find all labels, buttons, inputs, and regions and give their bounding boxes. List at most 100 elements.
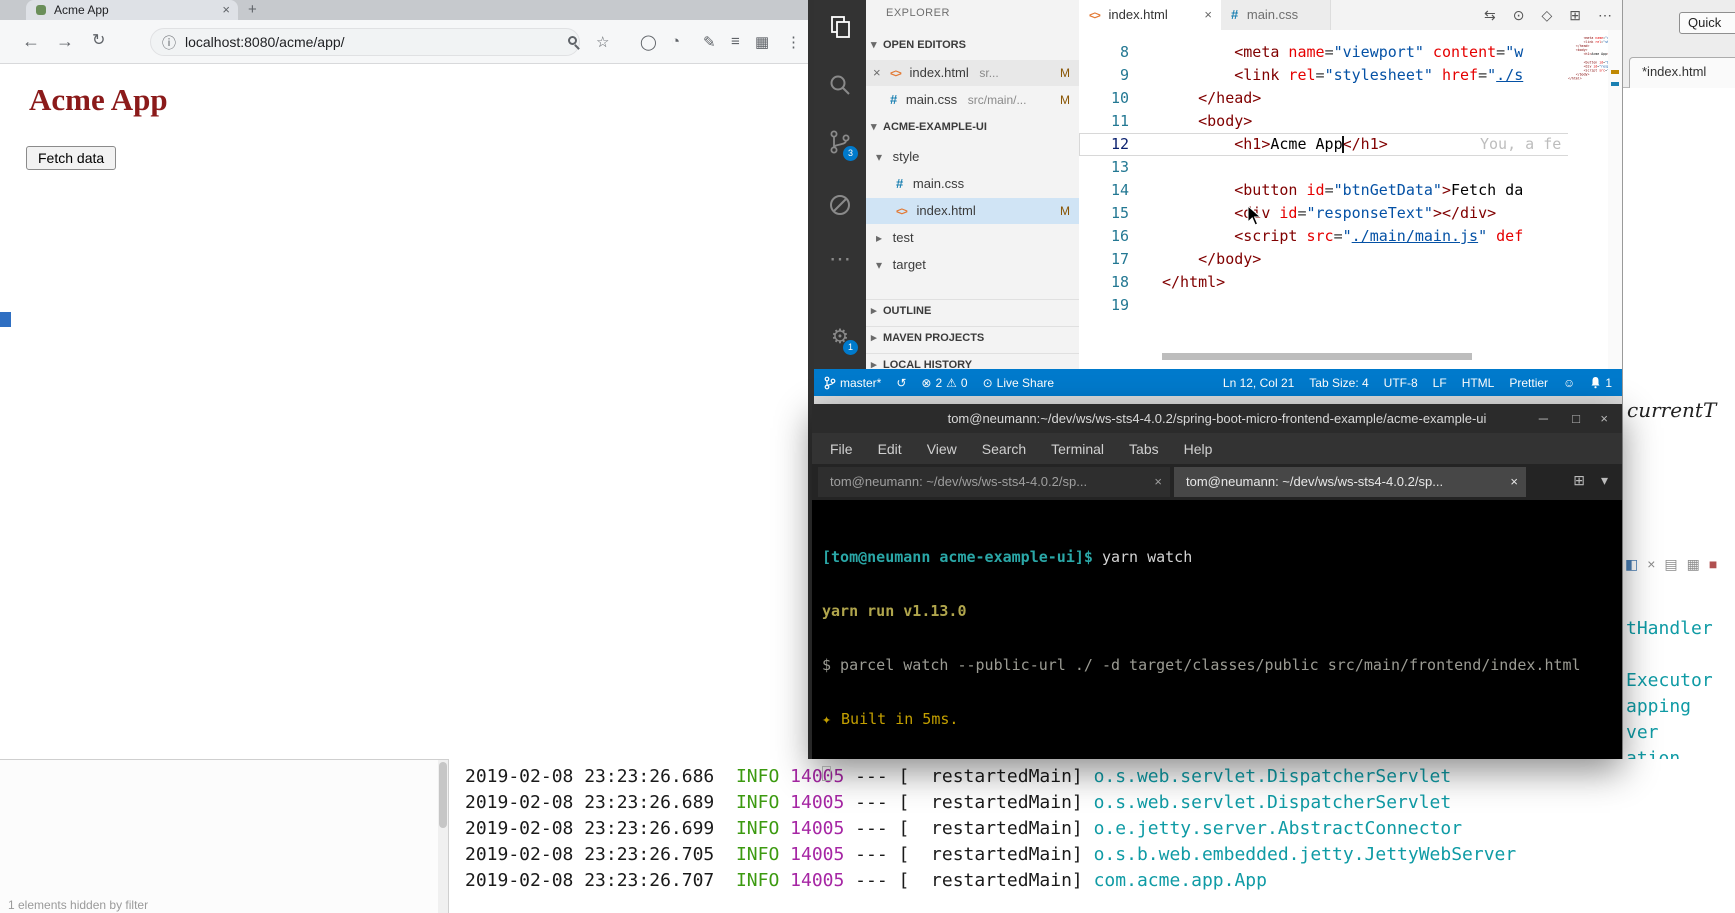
code-line[interactable]: 17 </body> [1079, 248, 1622, 271]
maximize-icon[interactable]: □ [1572, 404, 1580, 433]
terminal-output[interactable]: [tom@neumann acme-example-ui]$yarn watch… [812, 500, 1622, 759]
code-line[interactable]: 8 <meta name="viewport" content="w [1079, 41, 1622, 64]
code-line[interactable]: 18</html> [1079, 271, 1622, 294]
more-extensions-icon[interactable]: ⋯ [814, 246, 866, 272]
terminal-tab-2[interactable]: tom@neumann: ~/dev/ws/ws-sts4-4.0.2/sp..… [1174, 467, 1526, 497]
problems-item[interactable]: ⊗ 2 ⚠ 0 [921, 376, 967, 390]
menu-file[interactable]: File [830, 441, 853, 457]
horizontal-scrollbar[interactable] [1162, 353, 1472, 360]
code-token: " [1343, 227, 1352, 245]
language-mode[interactable]: HTML [1462, 376, 1495, 390]
tree-item-index-html[interactable]: <> index.html M [866, 198, 1079, 224]
new-terminal-tab-icon[interactable]: ⊞ [1573, 472, 1585, 489]
menu-edit[interactable]: Edit [878, 441, 902, 457]
sync-icon[interactable]: ↺ [896, 376, 906, 390]
eol-type[interactable]: LF [1433, 376, 1447, 390]
chevron-right-icon: ▸ [871, 358, 877, 369]
feedback-smiley-icon[interactable]: ☺ [1563, 376, 1575, 390]
outline-section[interactable]: ▸ OUTLINE [866, 299, 1079, 323]
tab-close-icon[interactable]: × [1154, 467, 1162, 497]
code-line[interactable]: 10 </head> [1079, 87, 1622, 110]
close-icon[interactable]: × [873, 60, 881, 86]
tree-item-target[interactable]: ▾ target [866, 252, 1079, 278]
tab-close-icon[interactable]: × [1204, 0, 1212, 30]
code-line[interactable]: 16 <script src="./main/main.js" def [1079, 225, 1622, 248]
debug-disabled-icon[interactable] [827, 192, 853, 218]
gear-icon[interactable]: ⚙ [814, 324, 866, 349]
menu-terminal[interactable]: Terminal [1051, 441, 1104, 457]
code-line[interactable]: 19 [1079, 294, 1622, 317]
zoom-icon[interactable] [568, 36, 577, 45]
tab-main-css[interactable]: # main.css [1221, 0, 1331, 30]
console-toolbar-icon[interactable]: ▤ [1664, 556, 1677, 573]
terminal-title-bar[interactable]: tom@neumann:~/dev/ws/ws-sts4-4.0.2/sprin… [812, 404, 1622, 433]
forward-icon[interactable]: → [56, 31, 74, 51]
tab-index-html[interactable]: <> index.html × [1079, 0, 1221, 30]
tab-list-caret-icon[interactable]: ▾ [1601, 472, 1608, 489]
extension-grid-icon[interactable]: ▦ [755, 33, 769, 51]
code-line[interactable]: 11 <body> [1079, 110, 1622, 133]
menu-view[interactable]: View [927, 441, 957, 457]
menu-help[interactable]: Help [1184, 441, 1213, 457]
encoding[interactable]: UTF-8 [1384, 376, 1418, 390]
git-branch-item[interactable]: master* [824, 376, 881, 390]
explorer-icon[interactable] [827, 14, 853, 40]
cursor-position[interactable]: Ln 12, Col 21 [1223, 376, 1294, 390]
reload-icon[interactable]: ↻ [92, 31, 105, 51]
browser-tab[interactable]: Acme App × [26, 0, 238, 20]
console-toolbar-icon[interactable]: ■ [1709, 556, 1717, 573]
fetch-data-button[interactable]: Fetch data [26, 146, 116, 170]
menu-tabs[interactable]: Tabs [1129, 441, 1159, 457]
code-line[interactable]: 15 <div id="responseText"></div> [1079, 202, 1622, 225]
minimap[interactable]: <meta name="viewport" content="w <link r… [1568, 36, 1608, 166]
scrollbar-thumb[interactable] [439, 762, 447, 828]
formatter[interactable]: Prettier [1509, 376, 1548, 390]
browser-menu-icon[interactable]: ⋮ [786, 33, 801, 51]
preview-icon[interactable]: ⊙ [1513, 7, 1525, 24]
bookmark-star-icon[interactable]: ☆ [596, 33, 609, 51]
code-line[interactable]: 14 <button id="btnGetData">Fetch da [1079, 179, 1622, 202]
code-line[interactable]: 9 <link rel="stylesheet" href="./s [1079, 64, 1622, 87]
eclipse-editor-tab[interactable]: *index.html [1629, 57, 1735, 88]
console-toolbar-icon[interactable]: ▦ [1687, 556, 1700, 573]
tab-close-icon[interactable]: × [222, 2, 230, 17]
extension-lines-icon[interactable]: ≡ [731, 33, 740, 50]
console-toolbar-icon[interactable]: ◧ [1625, 556, 1638, 573]
project-header[interactable]: ▾ ACME-EXAMPLE-UI [866, 116, 1079, 140]
live-share-item[interactable]: ⊙ Live Share [983, 376, 1054, 390]
notifications-item[interactable]: 1 [1590, 376, 1612, 390]
tab-size[interactable]: Tab Size: 4 [1309, 376, 1368, 390]
open-editor-main-css[interactable]: # main.css src/main/... M [866, 87, 1079, 113]
open-editors-header[interactable]: ▾ OPEN EDITORS [866, 34, 1079, 58]
extension-clock-icon[interactable]: ◔ [671, 33, 680, 50]
search-icon[interactable] [827, 72, 853, 98]
open-editor-index-html[interactable]: × <> index.html sr... M [866, 60, 1079, 86]
new-tab-button[interactable]: + [248, 1, 257, 18]
quick-access-field[interactable]: Quick [1679, 12, 1735, 34]
editor-scrollbar[interactable] [1608, 30, 1622, 369]
close-icon[interactable]: × [1600, 404, 1608, 433]
tab-close-icon[interactable]: × [1510, 467, 1518, 497]
console-toolbar-icon[interactable]: × [1647, 556, 1655, 573]
extension-circle-icon[interactable]: ◯ [640, 33, 657, 51]
tree-item-test[interactable]: ▸ test [866, 225, 1079, 251]
back-icon[interactable]: ← [22, 31, 40, 51]
split-editor-icon[interactable]: ⊞ [1569, 7, 1581, 24]
tree-item-style[interactable]: ▾ style [866, 144, 1079, 170]
local-history-section[interactable]: ▸ LOCAL HISTORY [866, 353, 1079, 369]
terminal-tab-1[interactable]: tom@neumann: ~/dev/ws/ws-sts4-4.0.2/sp..… [818, 467, 1170, 497]
code-line[interactable]: 13 [1079, 156, 1622, 179]
code-line[interactable]: 12 <h1>Acme App</h1>You, a fe [1079, 133, 1622, 156]
open-changes-icon[interactable]: ⇆ [1484, 7, 1496, 24]
url-text[interactable]: localhost:8080/acme/app/ [185, 34, 345, 50]
minimize-icon[interactable]: ─ [1539, 404, 1548, 433]
beautify-icon[interactable]: ◇ [1541, 7, 1552, 24]
devtools-scrollbar[interactable] [438, 760, 448, 913]
extension-pen-icon[interactable]: ✎ [703, 33, 716, 51]
address-bar[interactable]: ⓘ localhost:8080/acme/app/ [150, 28, 580, 56]
tree-item-main-css[interactable]: # main.css [866, 171, 1079, 197]
site-info-icon[interactable]: ⓘ [162, 33, 176, 53]
maven-projects-section[interactable]: ▸ MAVEN PROJECTS [866, 326, 1079, 350]
menu-search[interactable]: Search [982, 441, 1026, 457]
more-actions-icon[interactable]: ⋯ [1598, 7, 1612, 24]
